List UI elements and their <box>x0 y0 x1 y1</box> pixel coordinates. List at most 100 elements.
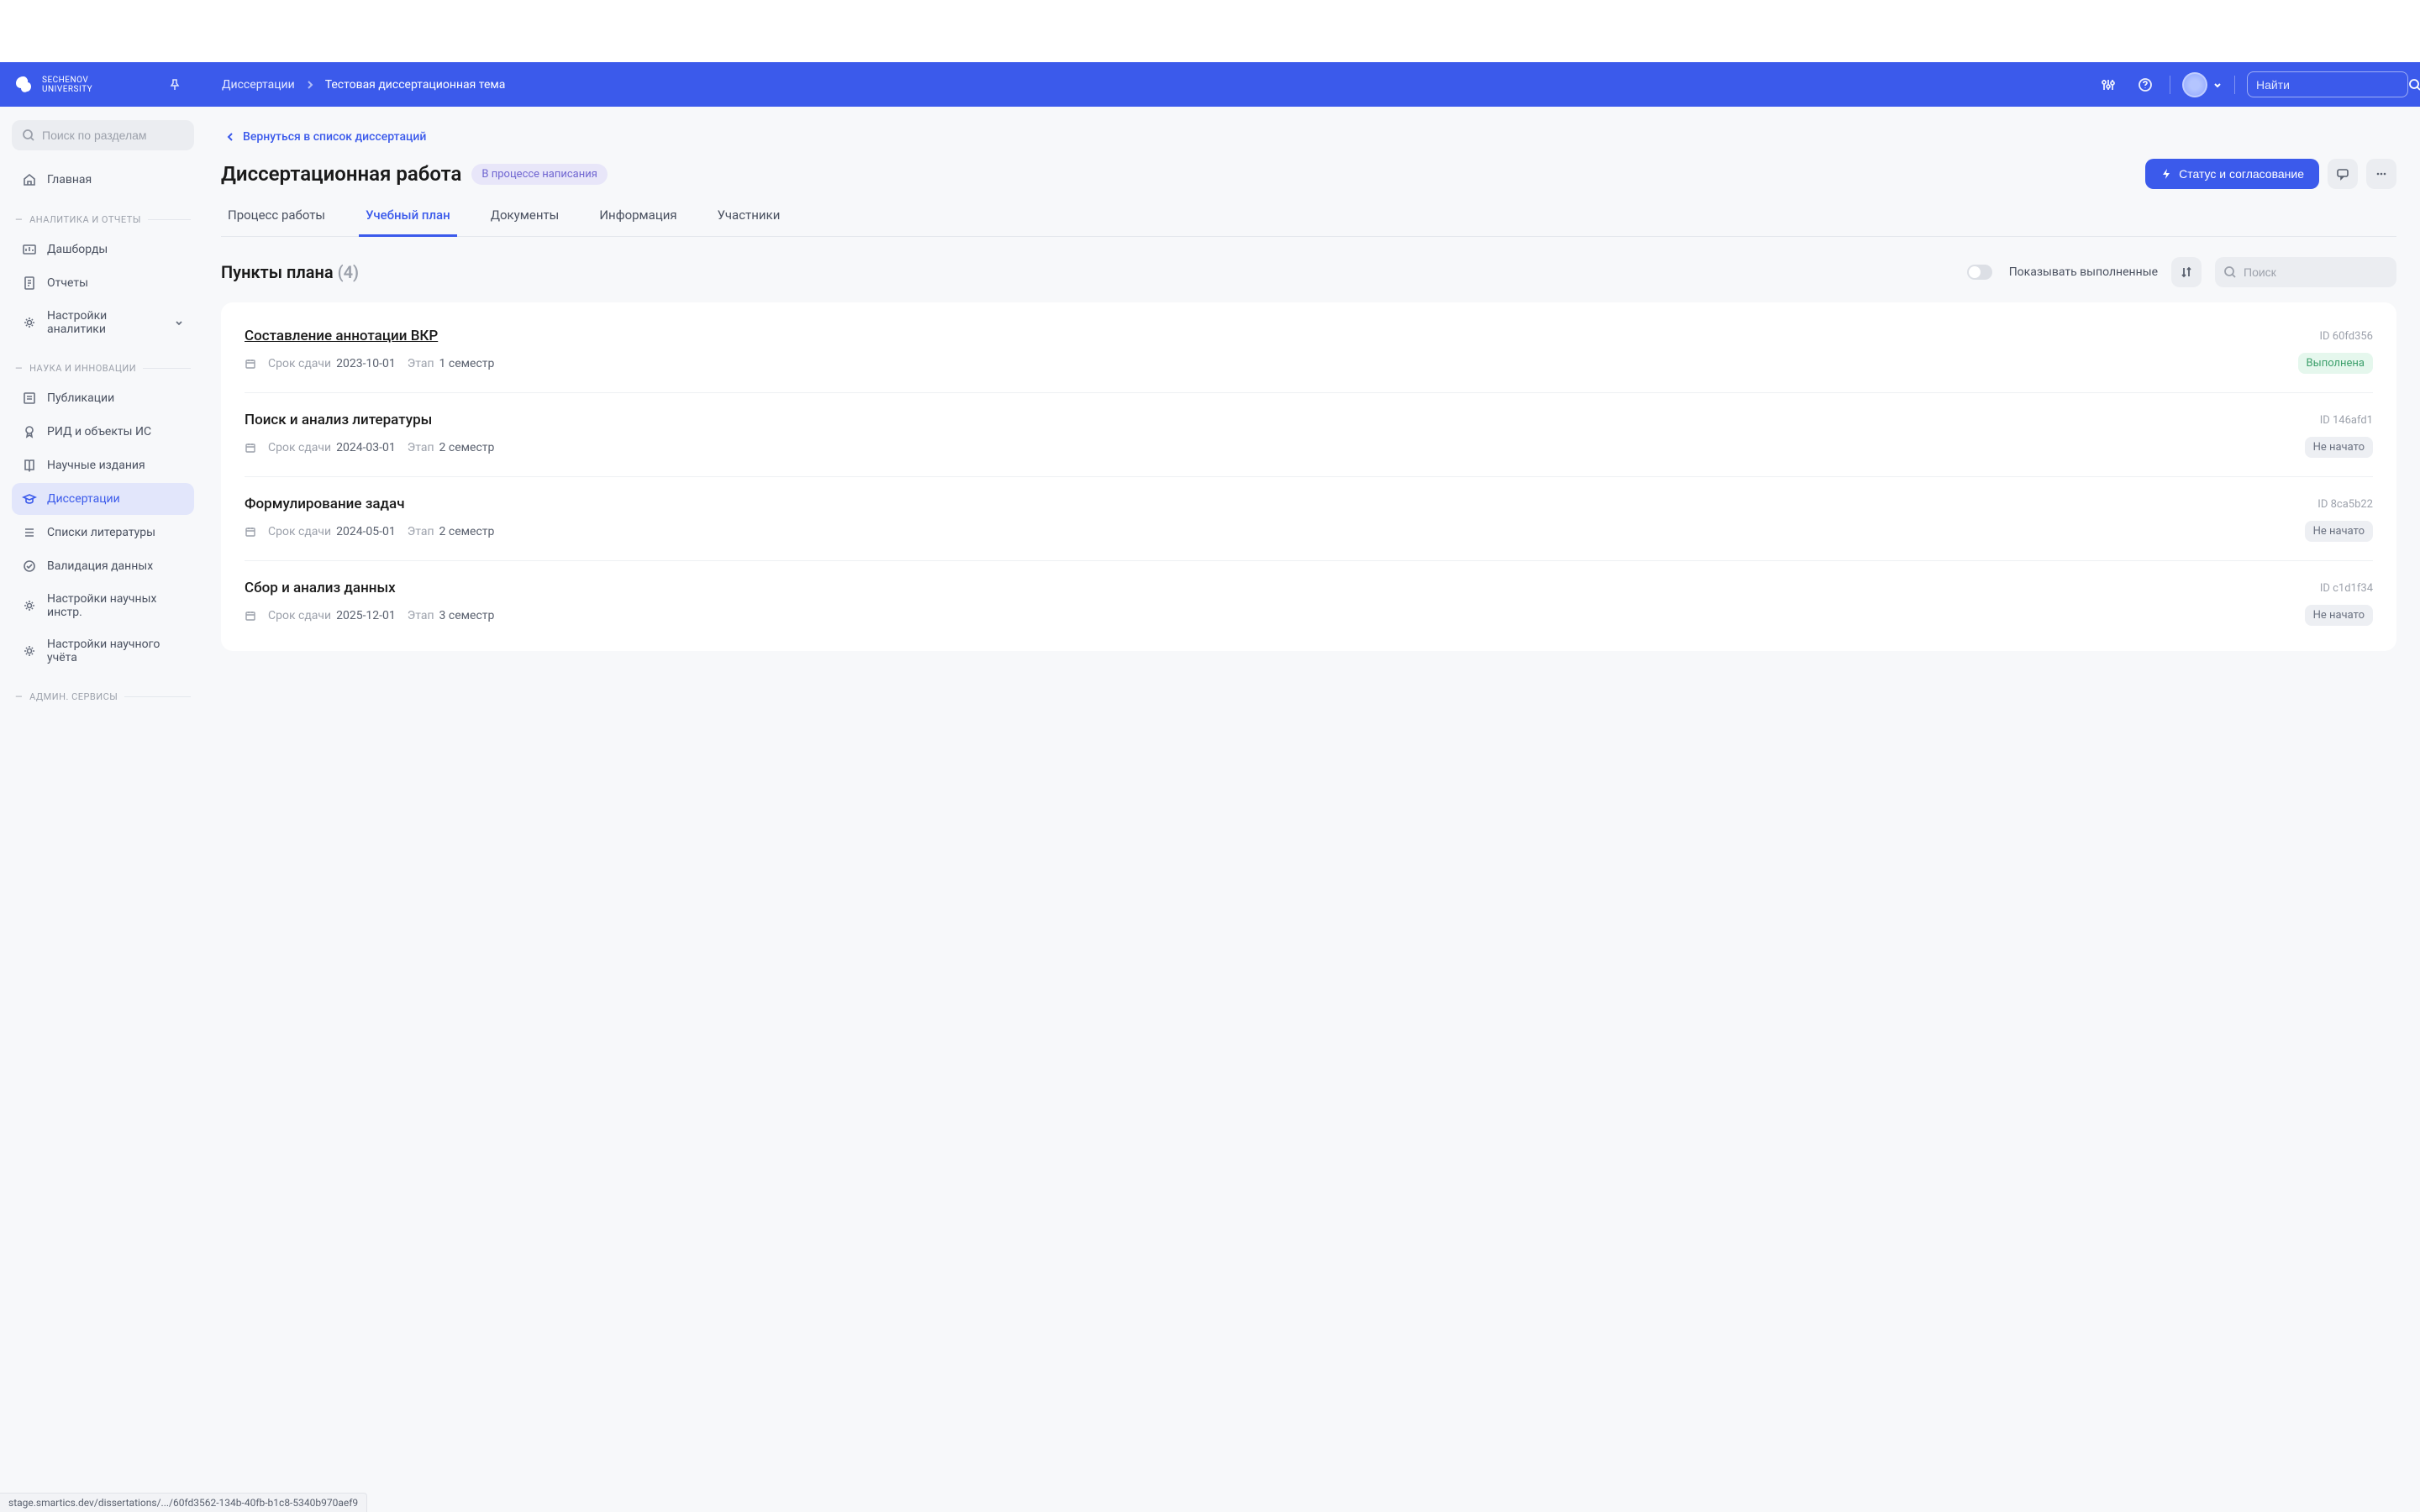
sidebar-item-journals[interactable]: Научные издания <box>12 449 194 481</box>
dash-icon: — <box>15 363 23 374</box>
tab-process[interactable]: Процесс работы <box>221 207 332 237</box>
search-icon <box>2408 78 2420 92</box>
stage-value: 2 семестр <box>439 441 495 454</box>
back-link[interactable]: Вернуться в список диссертаций <box>221 130 2396 144</box>
sidebar-item-dashboards[interactable]: Дашборды <box>12 234 194 265</box>
plan-item: Формулирование задач ID 8ca5b22 Срок сда… <box>245 477 2373 561</box>
breadcrumb: Диссертации Тестовая диссертационная тем… <box>222 78 505 92</box>
primary-btn-label: Статус и согласование <box>2179 167 2304 181</box>
award-icon <box>22 424 37 439</box>
home-icon <box>22 172 37 187</box>
sidebar-item-validation[interactable]: Валидация данных <box>12 550 194 582</box>
sidebar-item-publications[interactable]: Публикации <box>12 382 194 414</box>
stage-value: 1 семестр <box>439 357 495 370</box>
plan-item-title[interactable]: Поиск и анализ литературы <box>245 412 432 428</box>
status-badge: Не начато <box>2305 521 2373 542</box>
search-icon <box>2223 265 2237 279</box>
pin-icon[interactable] <box>163 73 187 97</box>
due-value: 2025-12-01 <box>336 609 396 622</box>
status-badge: Выполнена <box>2298 353 2373 374</box>
sidebar-item-rid[interactable]: РИД и объекты ИС <box>12 416 194 448</box>
stage-label: Этап <box>408 525 434 538</box>
logo-text-1: SECHENOV <box>42 76 92 85</box>
status-badge: Не начато <box>2305 605 2373 626</box>
section-title: Пункты плана <box>221 262 334 282</box>
sidebar-section-analytics: — АНАЛИТИКА И ОТЧЕТЫ <box>12 214 194 225</box>
help-icon[interactable] <box>2133 72 2158 97</box>
back-link-label: Вернуться в список диссертаций <box>243 130 426 144</box>
sort-button[interactable] <box>2171 257 2202 287</box>
bolt-icon <box>2160 168 2172 180</box>
sidebar-item-label: Научные издания <box>47 459 145 472</box>
show-completed-toggle[interactable] <box>1967 265 1992 280</box>
avatar <box>2182 72 2207 97</box>
divider <box>2234 76 2235 94</box>
breadcrumb-root[interactable]: Диссертации <box>222 78 295 92</box>
sidebar-section-label: НАУКА И ИННОВАЦИИ <box>29 363 136 374</box>
due-label: Срок сдачи <box>268 357 331 370</box>
status-badge: Не начато <box>2305 437 2373 458</box>
dash-icon: — <box>15 691 23 702</box>
stage-label: Этап <box>408 357 434 370</box>
header-search[interactable] <box>2247 71 2408 97</box>
section-header: Пункты плана (4) Показывать выполненные <box>221 257 2396 287</box>
sidebar-item-label: Настройки научных инстр. <box>47 592 184 619</box>
sidebar-item-home[interactable]: Главная <box>12 164 194 196</box>
page-title: Диссертационная работа <box>221 162 461 186</box>
sidebar-section-admin: — АДМИН. СЕРВИСЫ <box>12 691 194 702</box>
sidebar-item-label: Отчеты <box>47 276 88 290</box>
plan-item: Составление аннотации ВКР ID 60fd356 Сро… <box>245 309 2373 393</box>
sidebar-item-analytics-settings[interactable]: Настройки аналитики <box>12 301 194 344</box>
dash-icon: — <box>15 214 23 225</box>
sidebar-item-sci-account-settings[interactable]: Настройки научного учёта <box>12 629 194 673</box>
sidebar-item-dissertations[interactable]: Диссертации <box>12 483 194 515</box>
tab-info[interactable]: Информация <box>592 207 683 237</box>
list-icon <box>22 525 37 540</box>
gear-icon <box>22 598 37 613</box>
filter-search-input[interactable] <box>2244 265 2396 279</box>
sidebar-item-label: Публикации <box>47 391 114 405</box>
user-menu[interactable] <box>2182 72 2223 97</box>
tab-documents[interactable]: Документы <box>484 207 566 237</box>
section-count: (4) <box>338 262 359 282</box>
comment-button[interactable] <box>2328 159 2358 189</box>
filter-search[interactable] <box>2215 257 2396 287</box>
sidebar-item-label: Списки литературы <box>47 526 155 539</box>
sidebar-section-label: АДМИН. СЕРВИСЫ <box>29 691 118 702</box>
more-button[interactable] <box>2366 159 2396 189</box>
due-label: Срок сдачи <box>268 609 331 622</box>
sidebar-search[interactable] <box>12 120 194 150</box>
plan-item-title[interactable]: Формулирование задач <box>245 496 405 512</box>
sidebar-item-label: Дашборды <box>47 243 108 256</box>
due-value: 2024-03-01 <box>336 441 396 454</box>
gear-icon <box>22 315 37 330</box>
logo[interactable]: SECHENOV UNIVERSITY <box>12 73 197 97</box>
book-icon <box>22 458 37 473</box>
sidebar-item-label: Настройки аналитики <box>47 309 164 336</box>
plan-item: Сбор и анализ данных ID c1d1f34 Срок сда… <box>245 561 2373 644</box>
sidebar-item-reports[interactable]: Отчеты <box>12 267 194 299</box>
plan-item-title[interactable]: Составление аннотации ВКР <box>245 328 438 344</box>
plan-item: Поиск и анализ литературы ID 146afd1 Сро… <box>245 393 2373 477</box>
status-approval-button[interactable]: Статус и согласование <box>2145 159 2319 189</box>
settings-sliders-icon[interactable] <box>2096 72 2121 97</box>
stage-label: Этап <box>408 609 434 622</box>
sidebar-item-label: Валидация данных <box>47 559 153 573</box>
check-icon <box>22 559 37 574</box>
header-search-input[interactable] <box>2256 78 2408 92</box>
sidebar-item-sci-tools-settings[interactable]: Настройки научных инстр. <box>12 584 194 627</box>
calendar-icon <box>245 610 256 622</box>
calendar-icon <box>245 526 256 538</box>
tab-participants[interactable]: Участники <box>711 207 787 237</box>
tabs: Процесс работы Учебный план Документы Ин… <box>221 207 2396 237</box>
plan-item-id: ID 146afd1 <box>2320 414 2373 427</box>
plan-item-title[interactable]: Сбор и анализ данных <box>245 580 396 596</box>
logo-icon <box>12 73 35 97</box>
tab-study-plan[interactable]: Учебный план <box>359 207 457 237</box>
sidebar-item-lit-lists[interactable]: Списки литературы <box>12 517 194 549</box>
sidebar-search-input[interactable] <box>42 129 194 142</box>
graduation-cap-icon <box>22 491 37 507</box>
gear-icon <box>22 643 37 659</box>
sidebar-section-label: АНАЛИТИКА И ОТЧЕТЫ <box>29 214 141 225</box>
document-icon <box>22 391 37 406</box>
